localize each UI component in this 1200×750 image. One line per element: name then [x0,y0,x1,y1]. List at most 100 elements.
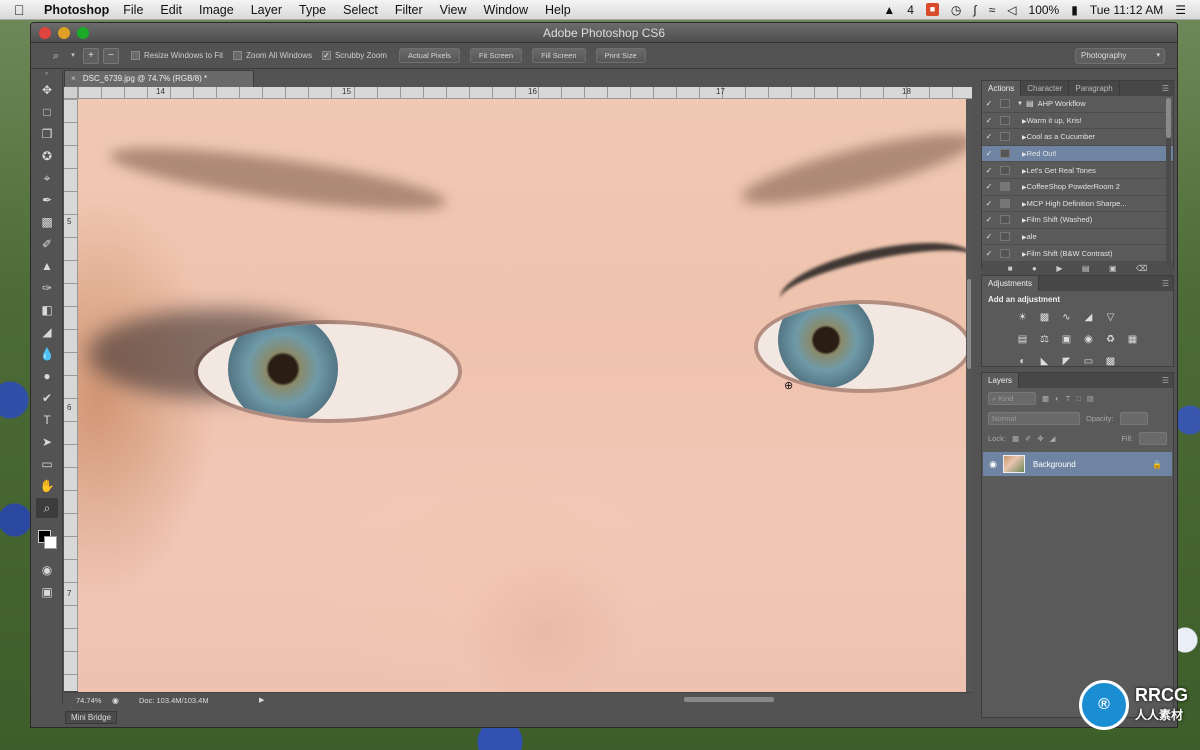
dialog-toggle[interactable] [1000,215,1010,225]
battery-percent[interactable]: 100% [1029,3,1060,17]
dialog-toggle[interactable] [1000,132,1010,142]
menu-view[interactable]: View [440,3,467,17]
dialog-toggle[interactable] [1000,198,1010,208]
shape-filter-icon[interactable]: □ [1076,394,1081,403]
collapse-arrows-icon[interactable]: » [31,70,62,78]
lock-transparency-icon[interactable]: ▩ [1012,434,1019,443]
action-row[interactable]: ✓ ▶MCP High Definition Sharpe... [982,196,1173,213]
invert-icon[interactable]: ◐ [1012,352,1034,372]
eraser-tool-icon[interactable]: ◧ [36,300,58,320]
expand-triangle-icon[interactable]: ▼ [1014,101,1026,107]
quick-mask-icon[interactable]: ◉ [36,560,58,580]
zoom-in-button[interactable]: + [83,47,99,64]
brightness-contrast-icon[interactable]: ☀ [1012,308,1034,328]
action-row[interactable]: ✓ ▶Warm it up, Kris! [982,113,1173,130]
blur-tool-icon[interactable]: 💧 [36,344,58,364]
clock[interactable]: Tue 11:12 AM [1090,3,1163,17]
dialog-toggle[interactable] [1000,232,1010,242]
lock-pixels-icon[interactable]: ✐ [1025,434,1031,443]
tab-paragraph[interactable]: Paragraph [1069,81,1120,96]
zoom-all-windows-checkbox[interactable]: Zoom All Windows [233,51,312,60]
gradient-map-icon[interactable]: ▭ [1078,352,1100,372]
tab-actions[interactable]: Actions [982,81,1022,96]
minimize-button[interactable] [58,27,70,39]
panel-menu-icon[interactable]: ☰ [1162,373,1169,388]
layer-name[interactable]: Background [1033,460,1076,469]
dialog-toggle[interactable] [1000,248,1010,258]
action-row[interactable]: ✓ ▶CoffeeShop PowderRoom 2 [982,179,1173,196]
brush-tool-icon[interactable]: ✐ [36,234,58,254]
pixel-filter-icon[interactable]: ▩ [1042,394,1049,403]
scroll-thumb[interactable] [684,697,774,702]
list-icon[interactable]: ☰ [1175,3,1186,17]
tab-layers[interactable]: Layers [982,373,1020,388]
menu-file[interactable]: File [123,3,143,17]
actions-scrollbar[interactable] [1166,98,1171,268]
color-balance-icon[interactable]: ⚖ [1034,330,1056,350]
layer-row-background[interactable]: ◉ Background 🔒 [983,452,1172,476]
dialog-toggle[interactable] [1000,149,1010,159]
tab-character[interactable]: Character [1021,81,1070,96]
resize-windows-checkbox[interactable]: Resize Windows to Fit [131,51,223,60]
mini-bridge-tab[interactable]: Mini Bridge [65,711,118,724]
gradient-tool-icon[interactable]: ◢ [36,322,58,342]
history-brush-tool-icon[interactable]: ✑ [36,278,58,298]
color-lookup-icon[interactable]: ▦ [1122,330,1144,350]
dialog-toggle[interactable] [1000,165,1010,175]
app-menu[interactable]: Photoshop [44,3,109,17]
print-size-button[interactable]: Print Size [595,48,646,63]
hand-tool-icon[interactable]: ✋ [36,476,58,496]
checkmark-icon[interactable]: ✓ [982,132,996,141]
zoom-tool-preset-icon[interactable]: ⌕ [49,49,63,63]
workspace-switcher[interactable]: Photography ▾ [1075,48,1165,64]
path-selection-tool-icon[interactable]: ➤ [36,432,58,452]
posterize-icon[interactable]: ◣ [1034,352,1056,372]
time-machine-icon[interactable]: ◷ [951,3,961,17]
checkmark-icon[interactable]: ✓ [982,149,996,158]
pen-tool-icon[interactable]: ✔ [36,388,58,408]
wifi-icon[interactable]: ≈ [989,3,996,17]
checkmark-icon[interactable]: ✓ [982,199,996,208]
lock-position-icon[interactable]: ✥ [1037,434,1043,443]
panel-menu-icon[interactable]: ☰ [1162,81,1169,96]
zoom-out-button[interactable]: − [103,47,119,64]
menu-select[interactable]: Select [343,3,378,17]
action-row[interactable]: ✓ ▶Film Shift (Washed) [982,212,1173,229]
horizontal-scrollbar[interactable] [264,697,944,703]
chevron-down-icon[interactable]: ▾ [69,49,77,63]
checkmark-icon[interactable]: ✓ [982,215,996,224]
new-set-icon[interactable]: ▤ [1082,264,1090,273]
fill-field[interactable] [1139,431,1167,445]
type-tool-icon[interactable]: T [36,410,58,430]
selective-color-icon[interactable]: ▩ [1100,352,1122,372]
eyedropper-tool-icon[interactable]: ✒ [36,190,58,210]
new-action-icon[interactable]: ▣ [1109,264,1117,273]
adobe-icon[interactable]: ▲ [883,3,895,17]
layer-kind-filter[interactable]: ⌕ Kind [988,391,1036,405]
action-row[interactable]: ✓ ▶ale [982,229,1173,246]
menu-window[interactable]: Window [484,3,528,17]
vertical-ruler[interactable]: 5 6 7 [64,99,78,691]
window-titlebar[interactable]: Adobe Photoshop CS6 [31,23,1177,43]
zoom-level-field[interactable]: 74.74% [64,696,112,705]
status-icon[interactable]: ◉ [112,696,119,705]
image-canvas[interactable]: ⊕ [78,99,966,692]
menu-image[interactable]: Image [199,3,234,17]
dialog-toggle[interactable] [1000,99,1010,109]
ruler-origin[interactable] [64,87,78,99]
checkmark-icon[interactable]: ✓ [982,249,996,258]
menu-layer[interactable]: Layer [251,3,282,17]
document-tab[interactable]: × DSC_6739.jpg @ 74.7% (RGB/8) * [64,70,254,87]
action-row[interactable]: ✓ ▶Film Shift (B&W Contrast) [982,245,1173,262]
volume-icon[interactable]: ◁ [1007,3,1016,17]
checkmark-icon[interactable]: ✓ [982,182,996,191]
marquee-tool-icon[interactable]: □ [36,102,58,122]
clone-stamp-tool-icon[interactable]: ▲ [36,256,58,276]
fit-screen-button[interactable]: Fit Screen [469,48,523,63]
move-tool-icon[interactable]: ✥ [36,80,58,100]
horizontal-ruler[interactable]: 14 15 16 17 18 [78,87,972,99]
photo-filter-icon[interactable]: ◉ [1078,330,1100,350]
shape-tool-icon[interactable]: ▭ [36,454,58,474]
channel-mixer-icon[interactable]: ♻ [1100,330,1122,350]
document-size-info[interactable]: Doc: 103.4M/103.4M [139,696,259,705]
